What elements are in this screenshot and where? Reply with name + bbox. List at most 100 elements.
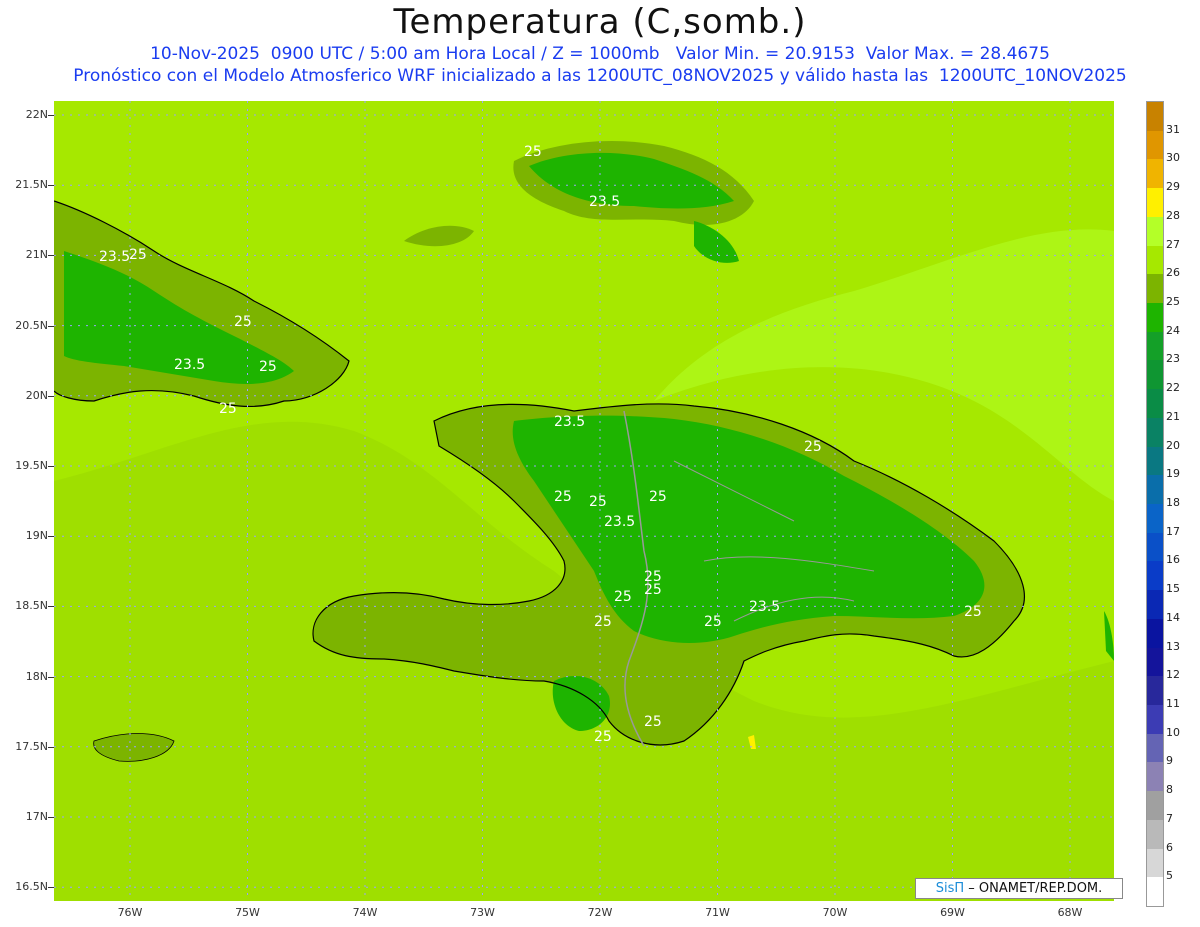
colorbar-segment — [1147, 504, 1163, 534]
contour-label: 25 — [704, 614, 722, 630]
contour-label: 25 — [524, 144, 542, 160]
colorbar-segment — [1147, 245, 1163, 275]
colorbar-label: 21 — [1166, 409, 1180, 423]
temperature-map: 2523.52523.52523.5 252523.525 2525252523.5… — [54, 101, 1114, 901]
credit-box: SisΠ – ONAMET/REP.DOM. — [915, 878, 1123, 899]
contour-label: 25 — [594, 614, 612, 630]
lat-tick — [48, 676, 54, 678]
colorbar-segment — [1147, 819, 1163, 850]
colorbar-label: 14 — [1166, 610, 1180, 624]
colorbar-segment — [1147, 102, 1163, 132]
lat-tick-label: 21.5N — [15, 178, 48, 192]
colorbar-label: 27 — [1166, 237, 1180, 251]
colorbar-segment — [1147, 848, 1163, 878]
lat-tick — [48, 325, 54, 327]
lat-tick — [48, 185, 54, 187]
lat-tick-label: 18.5N — [15, 599, 48, 613]
colorbar-label: 16 — [1166, 553, 1180, 567]
colorbar-label: 28 — [1166, 208, 1180, 222]
lon-tick-label: 71W — [705, 906, 730, 919]
lat-tick — [48, 887, 54, 889]
lon-tick-label: 75W — [235, 906, 260, 919]
lat-tick-label: 20.5N — [15, 318, 48, 332]
contour-label: 23.5 — [604, 514, 635, 530]
lat-tick — [48, 536, 54, 538]
lon-tick-label: 69W — [940, 906, 965, 919]
contour-label: 25 — [219, 401, 237, 417]
contour-label: 25 — [259, 359, 277, 375]
lat-tick — [48, 817, 54, 818]
contour-label: 23.5 — [589, 194, 620, 210]
colorbar-segment — [1147, 676, 1163, 706]
sispi-logo-text: SisΠ — [935, 881, 965, 896]
colorbar-segment — [1147, 532, 1163, 562]
lat-tick-label: 20N — [25, 388, 48, 402]
map-subtitle-valid-time: 10-Nov-2025 0900 UTC / 5:00 am Hora Loca… — [150, 44, 1050, 64]
colorbar-label: 20 — [1166, 438, 1180, 452]
contour-label: 23.5 — [174, 357, 205, 373]
colorbar-segment — [1147, 159, 1163, 189]
colorbar — [1146, 101, 1164, 907]
contour-label: 23.5 — [554, 414, 585, 430]
colorbar-label: 19 — [1166, 467, 1180, 481]
lat-tick — [48, 255, 54, 257]
contour-label: 25 — [804, 439, 822, 455]
lat-tick — [48, 466, 54, 467]
contour-label: 25 — [594, 729, 612, 745]
colorbar-segment — [1147, 389, 1163, 419]
colorbar-segment — [1147, 475, 1163, 505]
colorbar-label: 5 — [1166, 869, 1173, 883]
lat-tick-label: 19.5N — [15, 459, 48, 472]
contour-label: 25 — [644, 582, 662, 598]
colorbar-label: 11 — [1166, 697, 1180, 710]
colorbar-label: 15 — [1166, 582, 1180, 596]
colorbar-segment — [1147, 791, 1163, 821]
contour-label: 23.5 — [99, 249, 130, 265]
colorbar-segment — [1147, 705, 1163, 735]
lat-tick-label: 16.5N — [15, 880, 48, 894]
lon-tick-label: 68W — [1057, 906, 1083, 919]
colorbar-label: 31 — [1166, 122, 1180, 136]
lon-tick-label: 72W — [587, 906, 613, 919]
colorbar-segment — [1147, 274, 1163, 304]
lat-tick-label: 17N — [25, 810, 48, 823]
contour-label: 25 — [129, 247, 147, 263]
contour-label: 25 — [649, 489, 667, 505]
colorbar-segment — [1147, 417, 1163, 448]
lat-tick-label: 22N — [25, 108, 48, 121]
map-subtitle-model-info: Pronóstico con el Modelo Atmosferico WRF… — [73, 66, 1127, 86]
contour-label: 23.5 — [749, 599, 780, 615]
lat-tick-label: 21N — [25, 248, 48, 262]
contour-label: 25 — [234, 314, 252, 330]
lat-tick — [48, 746, 54, 748]
lat-tick — [48, 395, 54, 397]
colorbar-segment — [1147, 590, 1163, 620]
lon-tick-label: 73W — [470, 906, 495, 919]
colorbar-segment — [1147, 216, 1163, 247]
lat-tick — [48, 606, 54, 608]
colorbar-label: 25 — [1166, 295, 1180, 308]
colorbar-segment — [1147, 561, 1163, 591]
colorbar-segment — [1147, 762, 1163, 792]
colorbar-label: 12 — [1166, 668, 1180, 682]
colorbar-label: 6 — [1166, 840, 1173, 854]
colorbar-segment — [1147, 360, 1163, 390]
colorbar-label: 9 — [1166, 754, 1173, 768]
contour-label: 25 — [964, 604, 982, 620]
colorbar-label: 8 — [1166, 783, 1173, 797]
contour-label: 25 — [589, 494, 607, 510]
colorbar-segment — [1147, 733, 1163, 763]
colorbar-label: 30 — [1166, 151, 1180, 165]
colorbar-label: 13 — [1166, 639, 1180, 653]
credit-text: – ONAMET/REP.DOM. — [964, 881, 1103, 896]
colorbar-segment — [1147, 331, 1163, 361]
lon-tick-label: 74W — [352, 906, 378, 919]
colorbar-label: 29 — [1166, 180, 1180, 194]
colorbar-segment — [1147, 130, 1163, 160]
colorbar-segment — [1147, 877, 1163, 907]
colorbar-segment — [1147, 303, 1163, 333]
colorbar-segment — [1147, 618, 1163, 649]
colorbar-segment — [1147, 446, 1163, 476]
colorbar-segment — [1147, 188, 1163, 218]
colorbar-label: 22 — [1166, 381, 1180, 395]
